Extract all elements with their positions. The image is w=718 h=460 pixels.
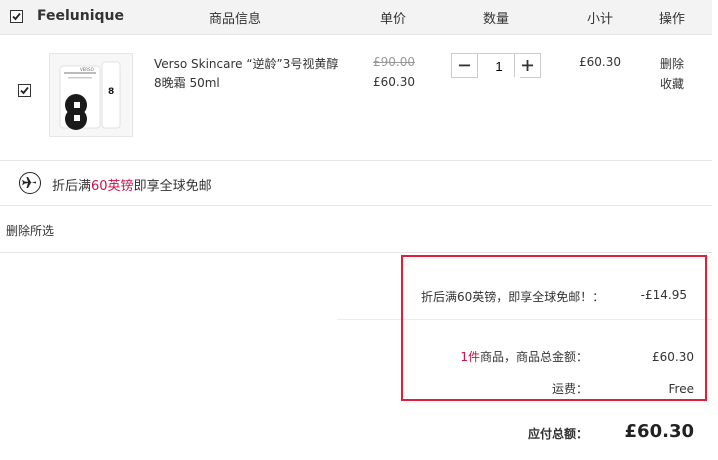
quantity-stepper [451,53,541,79]
favorite-item-link[interactable]: 收藏 [660,75,684,92]
column-product-info: 商品信息 [209,12,262,27]
product-image[interactable]: VERSO 8 [49,53,133,137]
original-price: £90.00 [373,55,415,69]
shipping-promo-text: 折后满60英镑即享全球免邮 [52,175,212,194]
airplane-icon [19,172,41,194]
column-unit-price: 单价 [380,12,407,27]
column-action: 操作 [659,12,686,27]
goods-total-value: £60.30 [652,350,694,364]
discount-label: 折后满60英镑，即享全球免邮！： [421,290,605,304]
delete-selected-link[interactable]: 删除所选 [6,222,54,239]
unit-price: £60.30 [373,75,415,89]
decrease-quantity-button[interactable] [452,54,478,77]
check-icon [12,12,21,21]
column-subtotal: 小计 [587,12,614,27]
freight-value: Free [668,382,694,396]
payable-value: £60.30 [624,421,694,442]
product-image-brand: VERSO [80,67,94,72]
select-all-checkbox[interactable] [10,10,23,23]
product-bottle-image: VERSO 8 [50,54,132,136]
delete-item-link[interactable]: 删除 [660,55,684,72]
freight-label: 运费： [551,382,588,396]
column-quantity: 数量 [483,12,510,27]
item-checkbox[interactable] [18,84,31,97]
cart-header: Feelunique 商品信息 单价 数量 小计 操作 [0,0,712,35]
item-count: 1件 [460,350,480,364]
shipping-promo-amount: 60英镑 [91,179,134,194]
increase-quantity-button[interactable] [514,54,540,77]
check-icon [20,86,29,95]
plus-icon [522,60,533,71]
brand-name: Feelunique [37,8,125,24]
shipping-notice: 折后满60英镑即享全球免邮 [0,161,712,206]
goods-total-text: 商品，商品总金额： [479,350,588,364]
product-image-number: 8 [108,87,114,97]
payable-label: 应付总额： [527,427,588,441]
goods-total-label: 1件商品，商品总金额： [420,348,588,365]
shipping-promo-suffix: 即享全球免邮 [133,179,212,194]
item-subtotal: £60.30 [579,55,621,69]
cart-item-row: VERSO 8 Verso Skincare “逆龄”3号视黄醇8晚霜 50ml… [0,35,712,161]
shipping-promo-prefix: 折后满 [52,179,92,194]
minus-icon [459,64,470,67]
divider [0,252,712,253]
product-name[interactable]: Verso Skincare “逆龄”3号视黄醇8晚霜 50ml [154,55,339,93]
discount-value: -£14.95 [640,288,687,302]
